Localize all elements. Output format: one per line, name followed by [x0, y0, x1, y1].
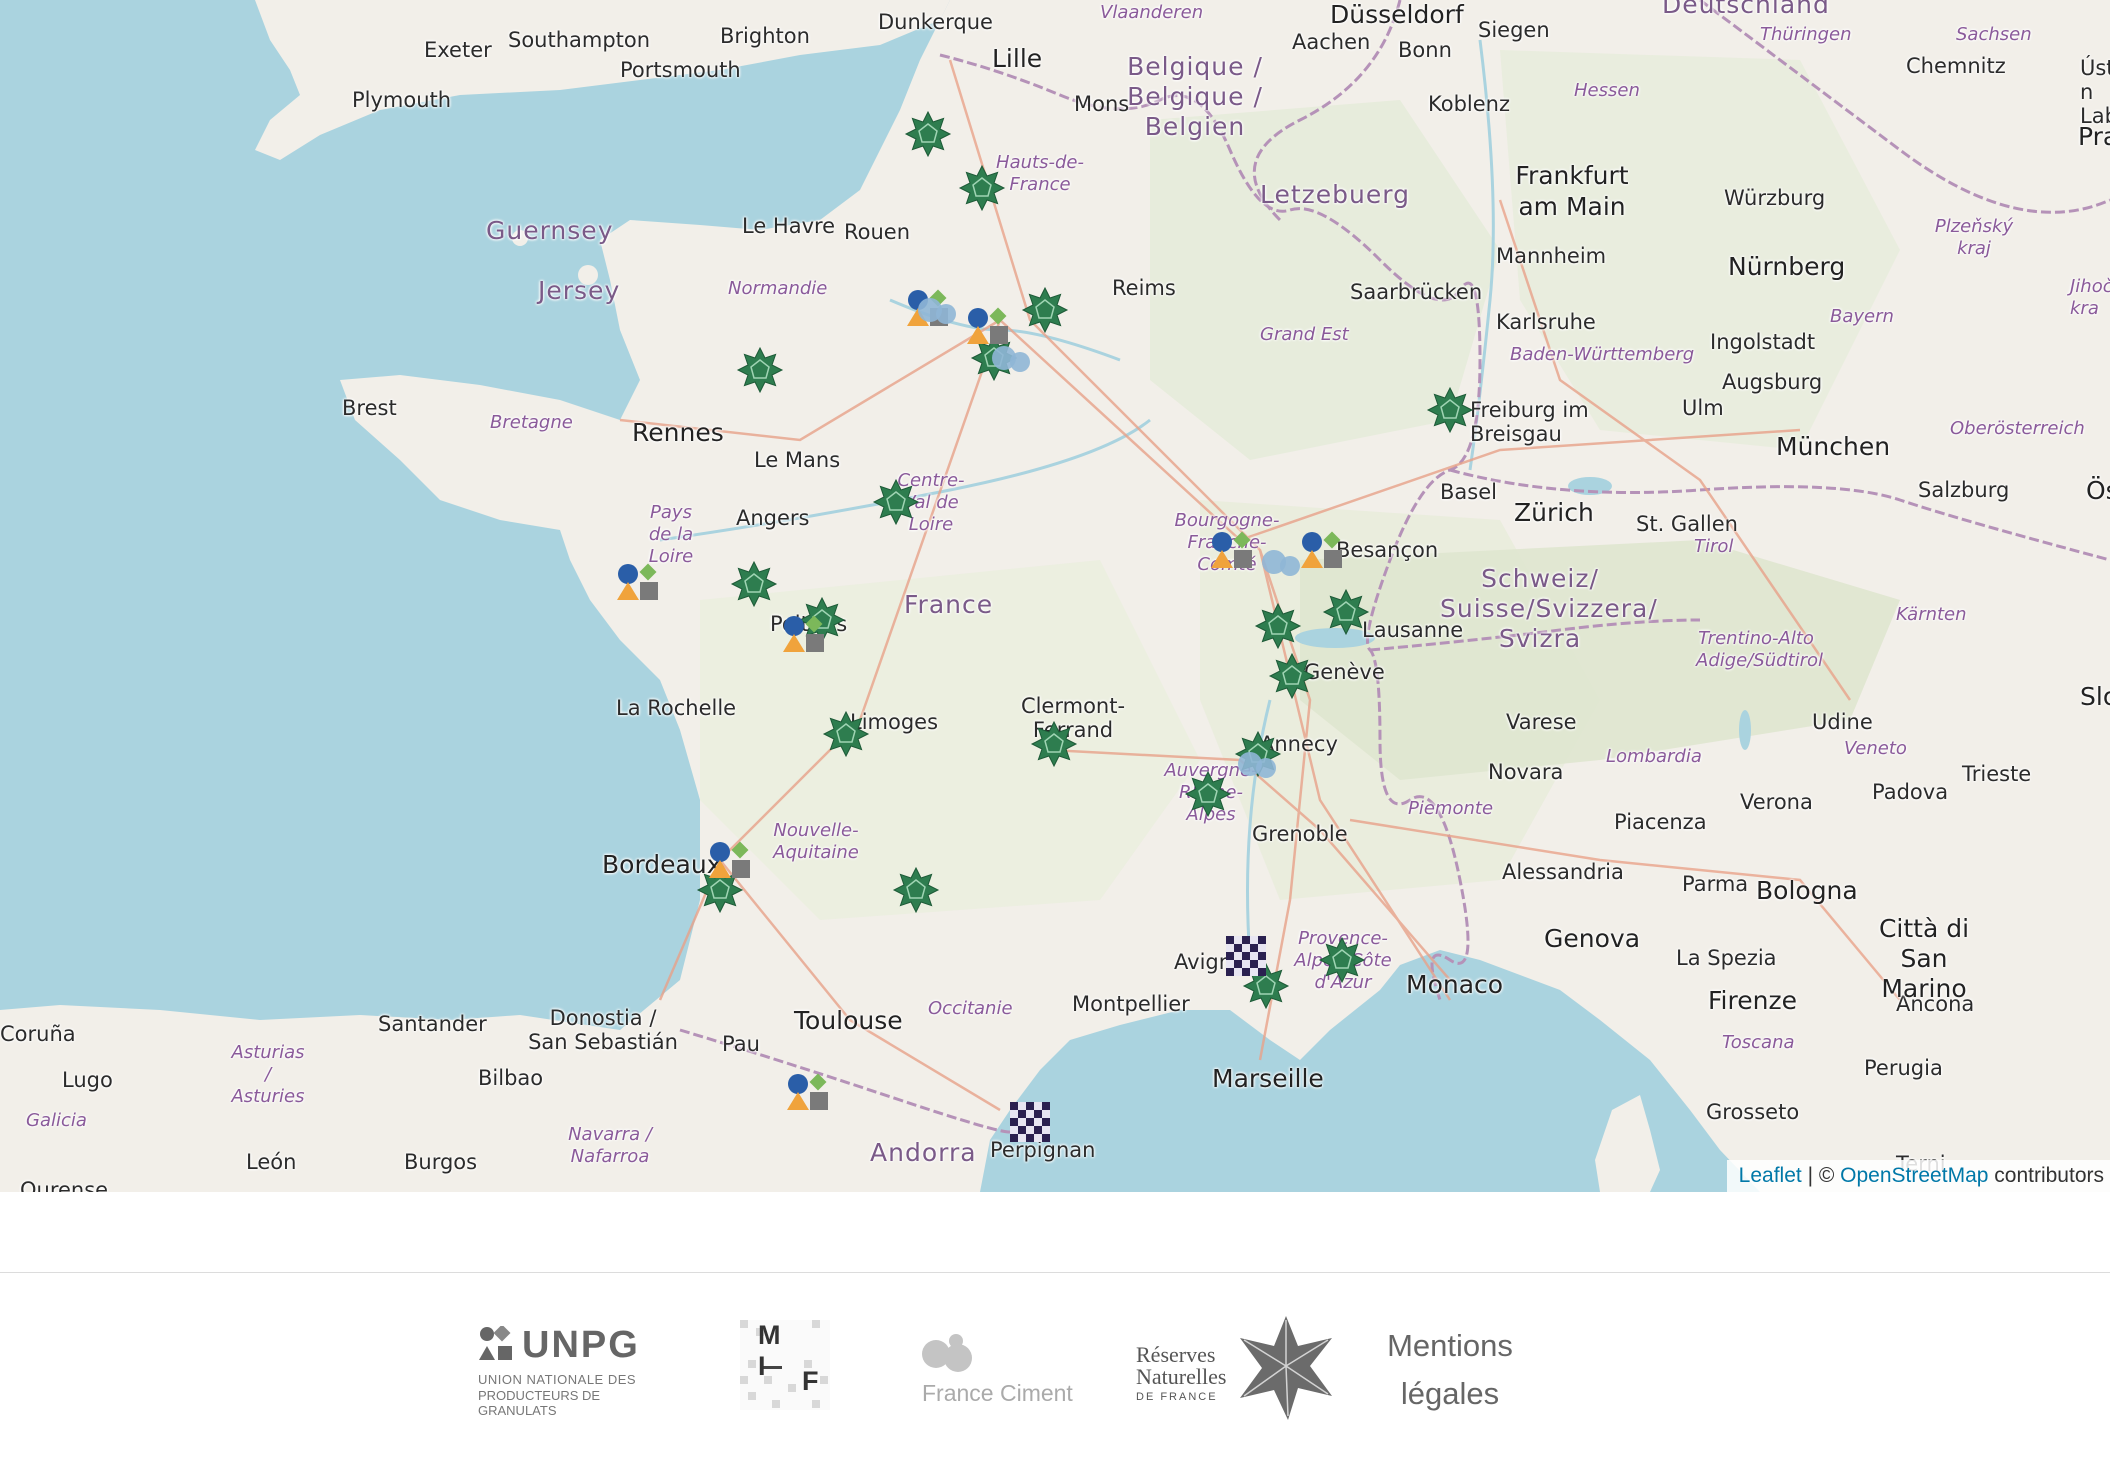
reserve-marker[interactable]	[958, 164, 1006, 212]
mif-top-text: M I	[758, 1320, 795, 1381]
quarry-marker[interactable]	[709, 841, 750, 878]
quarry-marker[interactable]	[967, 307, 1008, 344]
rnf-text-1: Réserves	[1136, 1342, 1216, 1367]
reserve-marker[interactable]	[1254, 602, 1302, 650]
checkered-marker[interactable]	[1226, 936, 1266, 976]
unpg-logo[interactable]: UNPG UNION NATIONALE DES PRODUCTEURS DE …	[478, 1324, 648, 1418]
reserve-marker[interactable]	[1268, 652, 1316, 700]
markers-layer	[617, 110, 1474, 1142]
mif-logo[interactable]: M I F	[740, 1320, 830, 1410]
unpg-subtitle-1: UNION NATIONALE DES	[478, 1372, 637, 1387]
osm-link[interactable]: OpenStreetMap	[1840, 1164, 1988, 1187]
reserve-marker[interactable]	[904, 110, 952, 158]
mentions-line-2: légales	[1400, 1376, 1500, 1411]
cluster-marker[interactable]	[1262, 550, 1300, 576]
cluster-marker[interactable]	[992, 346, 1030, 372]
rnf-text-3: DE FRANCE	[1136, 1391, 1218, 1403]
unpg-title: UNPG	[522, 1324, 640, 1366]
mentions-line-1: Mentions	[1387, 1328, 1513, 1363]
attribution-suffix: contributors	[1988, 1164, 2104, 1187]
reserve-marker[interactable]	[1021, 286, 1069, 334]
reserve-marker[interactable]	[1318, 936, 1366, 984]
unpg-subtitle-2: PRODUCTEURS DE GRANULATS	[478, 1388, 601, 1418]
reserve-marker[interactable]	[1030, 720, 1078, 768]
reserve-marker[interactable]	[730, 560, 778, 608]
footer: UNPG UNION NATIONALE DES PRODUCTEURS DE …	[0, 1300, 2110, 1440]
france-ciment-logo[interactable]: France Ciment	[920, 1332, 1090, 1412]
france-ciment-bubbles-icon	[922, 1334, 972, 1372]
reserve-marker[interactable]	[1184, 770, 1232, 818]
reserve-marker[interactable]	[736, 346, 784, 394]
reserve-marker[interactable]	[892, 866, 940, 914]
france-ciment-text: France Ciment	[922, 1380, 1073, 1406]
reserve-marker[interactable]	[822, 710, 870, 758]
quarry-marker[interactable]	[1301, 531, 1342, 568]
quarry-marker[interactable]	[617, 563, 658, 600]
mentions-legales-link[interactable]: Mentions légales	[1380, 1322, 1520, 1418]
rnf-logo[interactable]: Réserves Naturelles DE FRANCE	[1136, 1316, 1332, 1420]
rnf-text-2: Naturelles	[1136, 1364, 1227, 1389]
map-container[interactable]: Exeter Southampton Brighton Dunkerque Pl…	[0, 0, 2110, 1192]
reserve-marker[interactable]	[872, 478, 920, 526]
quarry-marker[interactable]	[1211, 531, 1252, 568]
mif-bottom-text: F	[802, 1366, 819, 1396]
map-attribution: Leaflet | © OpenStreetMap contributors	[1726, 1160, 2110, 1192]
reserve-marker[interactable]	[1426, 386, 1474, 434]
quarry-marker[interactable]	[787, 1073, 828, 1110]
checkered-marker[interactable]	[1010, 1102, 1050, 1142]
leaflet-link[interactable]: Leaflet	[1739, 1164, 1802, 1187]
unpg-shapes-icon	[479, 1326, 512, 1360]
footer-divider	[0, 1272, 2110, 1273]
rnf-star-icon	[1240, 1316, 1332, 1420]
attribution-separator: | ©	[1801, 1164, 1841, 1187]
reserve-marker[interactable]	[1322, 588, 1370, 636]
